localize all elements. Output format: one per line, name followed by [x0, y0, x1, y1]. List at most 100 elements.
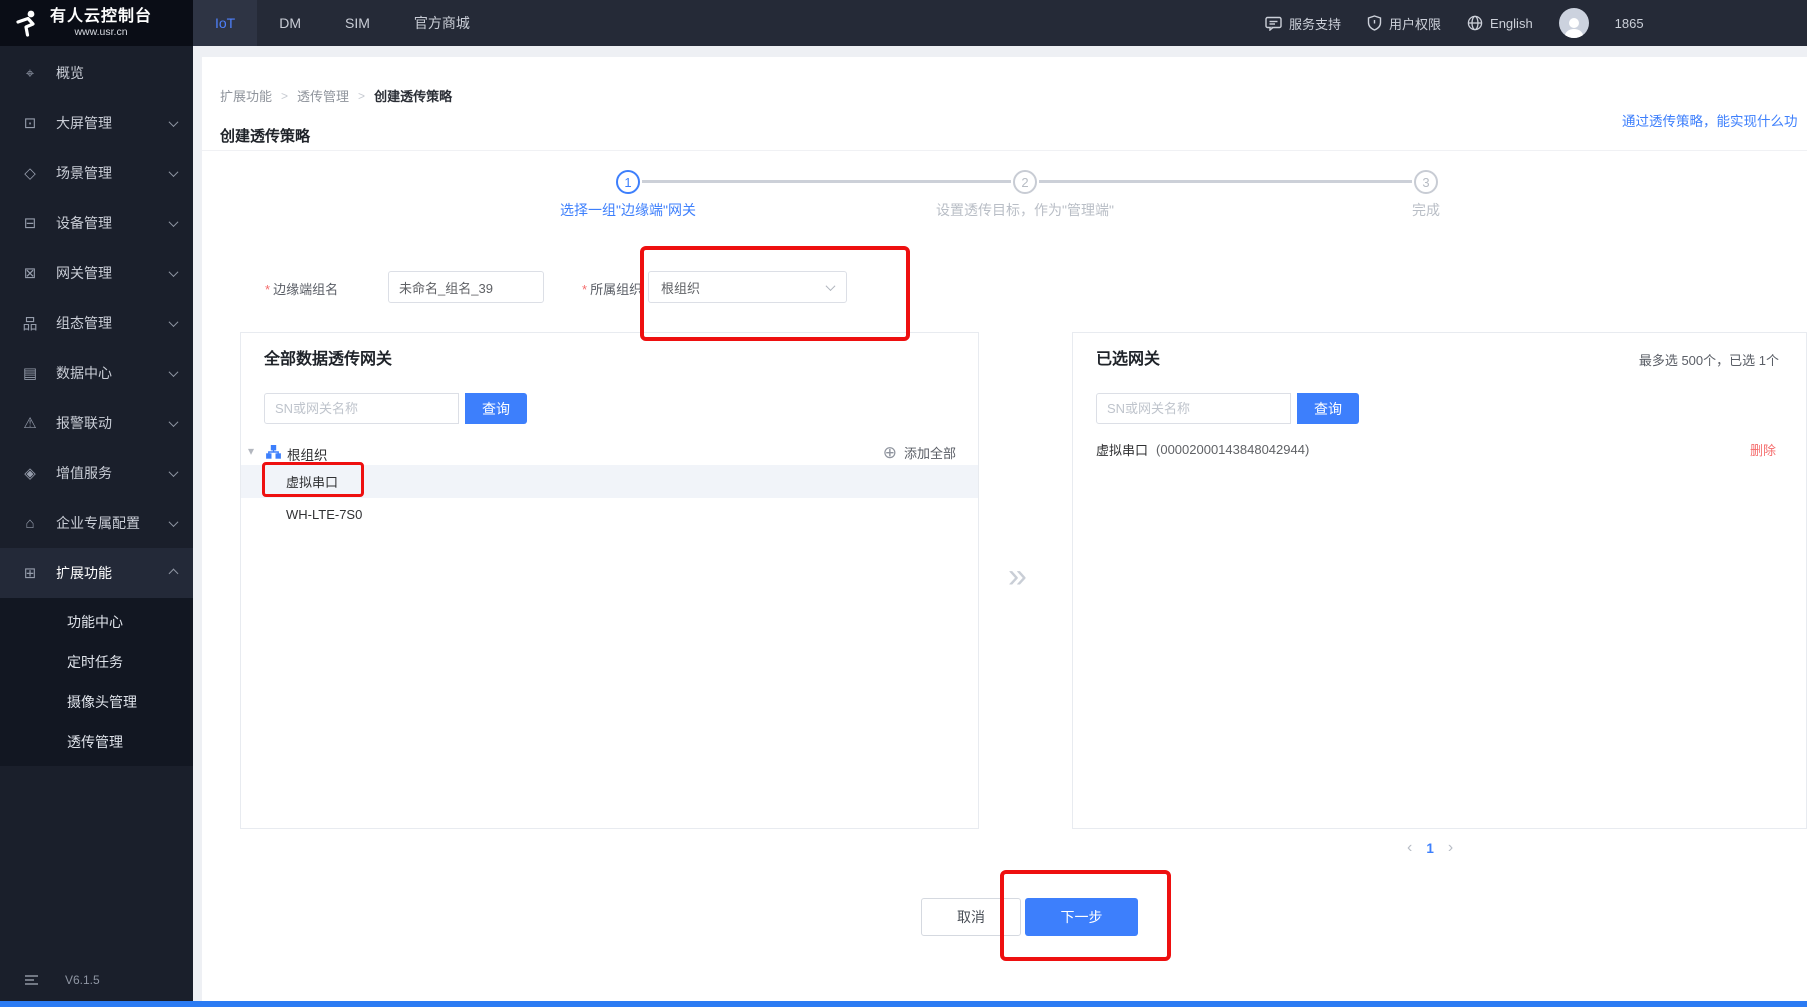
prev-page-arrow[interactable]: ‹: [1407, 839, 1412, 857]
next-step-button[interactable]: 下一步: [1025, 898, 1138, 936]
shield-icon: [1367, 15, 1382, 31]
sidebar-navigation: ⌖ 概览 ⊡ 大屏管理 ◇ 场景管理 ⊟ 设备管理 ⊠ 网关管理 品 组态管理: [0, 46, 193, 1001]
cancel-button[interactable]: 取消: [921, 898, 1021, 936]
breadcrumb-passthrough-management[interactable]: 透传管理: [297, 86, 349, 105]
submenu-item-camera-management[interactable]: 摄像头管理: [0, 682, 193, 722]
configuration-icon: 品: [22, 315, 38, 333]
account-number[interactable]: 1865: [1615, 16, 1644, 31]
sidebar-item-data-center[interactable]: ▤ 数据中心: [0, 348, 193, 398]
page-title: 创建透传策略: [220, 128, 311, 145]
chevron-down-icon: [168, 116, 179, 127]
selection-limit-text: 最多选 500个，已选 1个: [1638, 353, 1779, 368]
data-center-icon: ▤: [22, 365, 38, 382]
sidebar-item-enterprise-config[interactable]: ⌂ 企业专属配置: [0, 498, 193, 548]
gateway-icon: ⊠: [23, 265, 37, 282]
sidebar-item-device-management[interactable]: ⊟ 设备管理: [0, 198, 193, 248]
service-support-link[interactable]: 服务支持: [1265, 14, 1341, 33]
organization-icon: [266, 444, 281, 464]
selected-gateways-title: 已选网关: [1096, 351, 1161, 368]
overview-icon: ⌖: [25, 64, 35, 82]
sidebar-item-configuration-management[interactable]: 品 组态管理: [0, 298, 193, 348]
sidebar-item-overview[interactable]: ⌖ 概览: [0, 48, 193, 98]
chevron-down-icon: [168, 466, 179, 477]
selected-search-input[interactable]: [1096, 393, 1291, 424]
breadcrumb-separator: >: [358, 88, 366, 103]
chevron-down-icon: [168, 416, 179, 427]
tab-dm[interactable]: DM: [257, 0, 323, 46]
extension-icon: ⊞: [23, 565, 37, 582]
required-asterisk: *: [265, 282, 271, 297]
version-label: V6.1.5: [65, 973, 100, 987]
breadcrumb-separator: >: [281, 88, 289, 103]
screen-icon: ⊡: [23, 115, 37, 132]
sidebar-item-scene-management[interactable]: ◇ 场景管理: [0, 148, 193, 198]
selected-search-button[interactable]: 查询: [1297, 393, 1359, 424]
brand-logo[interactable]: 有人云控制台 www.usr.cn: [0, 0, 193, 46]
gateway-tree-item-virtual-serial[interactable]: 虚拟串口: [241, 465, 978, 498]
brand-subtitle: www.usr.cn: [74, 26, 128, 38]
device-icon: ⊟: [23, 215, 37, 232]
step-2-label: 设置透传目标，作为"管理端": [936, 202, 1114, 218]
globe-icon: [1467, 15, 1483, 31]
step-1-label: 选择一组"边缘端"网关: [560, 202, 696, 218]
language-label: English: [1490, 15, 1533, 31]
add-all-gateways[interactable]: ⊕ 添加全部: [883, 443, 956, 462]
step-3-label: 完成: [1412, 202, 1440, 218]
policy-help-link[interactable]: 通过透传策略，能实现什么功: [1622, 110, 1798, 130]
sidebar-item-value-added-services[interactable]: ◈ 增值服务: [0, 448, 193, 498]
breadcrumb-extended-functions[interactable]: 扩展功能: [220, 86, 272, 105]
sidebar-item-alarm-linkage[interactable]: ⚠ 报警联动: [0, 398, 193, 448]
org-tree-header: ▾ 根组织 ⊕ 添加全部: [241, 441, 978, 465]
chevron-down-icon: [168, 316, 179, 327]
all-gateways-title: 全部数据透传网关: [264, 351, 393, 368]
sidebar-item-screen-management[interactable]: ⊡ 大屏管理: [0, 98, 193, 148]
brand-title: 有人云控制台: [50, 8, 153, 25]
breadcrumb: 扩展功能 > 透传管理 > 创建透传策略: [220, 86, 452, 105]
collapse-sidebar-icon[interactable]: [24, 974, 39, 986]
extended-functions-submenu: 功能中心 定时任务 摄像头管理 透传管理: [0, 598, 193, 766]
chevron-down-icon: [168, 266, 179, 277]
user-rights-link[interactable]: 用户权限: [1367, 14, 1441, 33]
header-divider: [202, 150, 1807, 151]
step-3-circle: 3: [1414, 170, 1438, 194]
tree-root-org[interactable]: 根组织: [287, 444, 328, 464]
selected-gateways-panel: 已选网关 最多选 500个，已选 1个 查询 虚拟串口 (00002000143…: [1072, 332, 1807, 829]
submenu-item-passthrough-management[interactable]: 透传管理: [0, 722, 193, 762]
chevron-up-icon: [168, 568, 179, 578]
topbar-right-cluster: 服务支持 用户权限 English 1865: [1265, 0, 1644, 46]
user-rights-label: 用户权限: [1389, 16, 1442, 32]
bottom-accent-bar: [0, 1001, 1807, 1007]
language-switcher[interactable]: English: [1467, 15, 1533, 31]
current-page-number[interactable]: 1: [1426, 841, 1434, 856]
gateway-search-input[interactable]: [264, 393, 459, 424]
chevron-down-icon: [168, 366, 179, 377]
sidebar-item-extended-functions[interactable]: ⊞ 扩展功能: [0, 548, 193, 598]
sidebar-footer: V6.1.5: [0, 973, 193, 987]
step-connector-2: [1039, 180, 1412, 183]
chevron-down-icon: [168, 166, 179, 177]
enterprise-icon: ⌂: [25, 514, 35, 532]
gateway-tree-item-wh-lte-7s0[interactable]: WH-LTE-7S0: [241, 498, 978, 531]
gateway-search-button[interactable]: 查询: [465, 393, 527, 424]
tree-expand-caret-icon[interactable]: ▾: [248, 444, 254, 458]
sidebar-item-gateway-management[interactable]: ⊠ 网关管理: [0, 248, 193, 298]
tab-iot[interactable]: IoT: [193, 0, 258, 46]
delete-selected-gateway-button[interactable]: 删除: [1750, 440, 1776, 459]
user-avatar[interactable]: [1558, 8, 1589, 38]
submenu-item-scheduled-tasks[interactable]: 定时任务: [0, 642, 193, 682]
tab-official-store[interactable]: 官方商城: [392, 0, 492, 46]
tab-sim[interactable]: SIM: [323, 0, 392, 46]
organization-select[interactable]: 根组织: [648, 271, 847, 303]
service-support-label: 服务支持: [1289, 16, 1342, 32]
next-page-arrow[interactable]: ›: [1448, 839, 1453, 857]
required-asterisk: *: [582, 282, 588, 297]
chevron-down-icon: [168, 516, 179, 527]
selected-gateway-row: 虚拟串口 (00002000143848042944) 删除: [1096, 439, 1783, 459]
alarm-icon: ⚠: [23, 415, 37, 432]
submenu-item-function-center[interactable]: 功能中心: [0, 602, 193, 642]
transfer-arrows-icon: »: [1008, 557, 1027, 595]
edge-group-name-input[interactable]: [388, 271, 544, 303]
circle-plus-icon: ⊕: [882, 443, 897, 462]
edge-group-name-label: * 边缘端组名: [265, 282, 339, 297]
usr-logo-icon: [12, 8, 42, 38]
